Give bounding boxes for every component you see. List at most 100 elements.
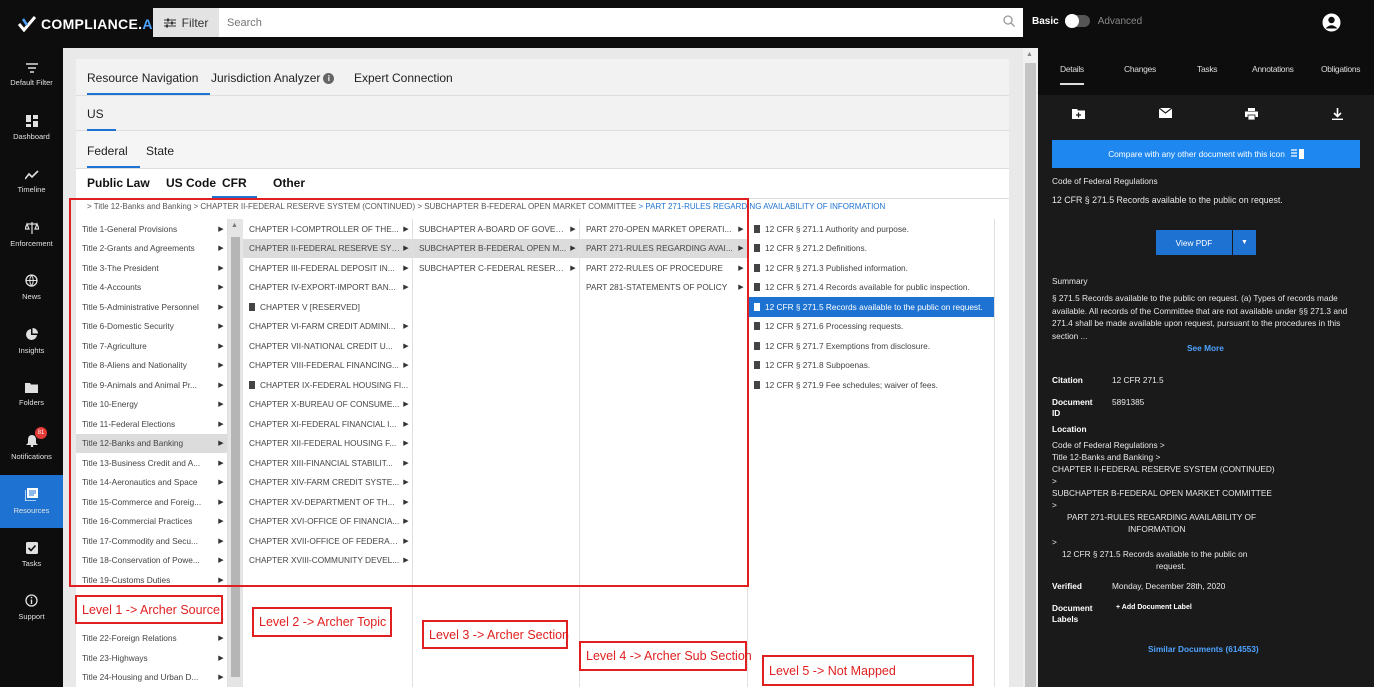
similar-documents-link[interactable]: Similar Documents (614553) <box>1148 644 1259 654</box>
tab-tasks[interactable]: Tasks <box>1197 64 1218 74</box>
nav-default-filter[interactable]: Default Filter <box>0 48 63 101</box>
section-item[interactable]: 12 CFR § 271.6 Processing requests. <box>748 317 994 337</box>
tab-details[interactable]: Details <box>1060 64 1084 85</box>
location-line: SUBCHAPTER B-FEDERAL OPEN MARKET COMMITT… <box>1052 488 1272 498</box>
annotation-highlight-box <box>69 198 749 587</box>
tab-federal[interactable]: Federal <box>87 144 140 168</box>
location-label: Location <box>1052 424 1087 434</box>
view-pdf-dropdown-icon[interactable]: ▼ <box>1233 230 1256 255</box>
view-pdf-button[interactable]: View PDF <box>1156 230 1232 255</box>
nav-folders[interactable]: Folders <box>0 368 63 421</box>
tab-other[interactable]: Other <box>273 176 305 190</box>
document-icon <box>754 283 760 292</box>
see-more-link[interactable]: See More <box>1187 343 1224 353</box>
tab-jurisdiction-analyzer[interactable]: Jurisdiction Analyzer i <box>211 71 335 85</box>
details-panel: Details Changes Tasks Annotations Obliga… <box>1038 48 1374 687</box>
title-item[interactable]: Title 22-Foreign Relations ▶ <box>76 629 227 649</box>
user-avatar-icon[interactable] <box>1322 13 1341 32</box>
doc-title: 12 CFR § 271.5 Records available to the … <box>1052 195 1283 205</box>
section-item[interactable]: 12 CFR § 271.8 Subpoenas. <box>748 356 994 376</box>
location-line: > <box>1052 476 1057 486</box>
add-document-label-button[interactable]: + Add Document Label <box>1116 604 1192 611</box>
tab-public-law[interactable]: Public Law <box>87 176 150 190</box>
docid-label-line2: ID <box>1052 408 1061 418</box>
doc-source: Code of Federal Regulations <box>1052 176 1158 186</box>
info-icon[interactable]: i <box>323 73 335 84</box>
tab-cfr[interactable]: CFR <box>212 176 257 198</box>
download-icon[interactable] <box>1332 108 1343 120</box>
document-icon <box>754 244 760 253</box>
tab-us-code[interactable]: US Code <box>166 176 216 190</box>
level-tabs: Federal State <box>76 131 1009 169</box>
location-line: 12 CFR § 271.5 Records available to the … <box>1062 549 1248 559</box>
nav-resources[interactable]: Resources <box>0 475 63 528</box>
title-item[interactable]: Title 24-Housing and Urban D... ▶ <box>76 668 227 687</box>
country-tabs: US <box>76 96 1009 131</box>
logo[interactable]: COMPLIANCE. AI <box>18 14 157 34</box>
left-nav: Default Filter Dashboard Timeline Enforc… <box>0 48 63 687</box>
location-line: CHAPTER II-FEDERAL RESERVE SYSTEM (CONTI… <box>1052 464 1275 474</box>
logo-text: COMPLIANCE. <box>41 16 143 32</box>
location-line: INFORMATION <box>1128 524 1186 534</box>
mode-advanced-label: Advanced <box>1097 15 1143 27</box>
summary-text: § 271.5 Records available to the public … <box>1052 293 1348 341</box>
tab-state[interactable]: State <box>146 144 174 158</box>
location-line: > <box>1052 500 1057 510</box>
tab-expert-connection[interactable]: Expert Connection <box>354 71 453 85</box>
doc-labels-label: Document Labels <box>1052 603 1093 625</box>
tab-changes[interactable]: Changes <box>1124 64 1156 74</box>
nav-dashboard[interactable]: Dashboard <box>0 101 63 154</box>
nav-enforcement[interactable]: Enforcement <box>0 208 63 261</box>
expand-arrow-icon: ▶ <box>218 654 224 662</box>
doc-labels-line2: Labels <box>1052 614 1079 624</box>
location-path: Code of Federal Regulations > Title 12-B… <box>1052 439 1364 572</box>
row-label: 12 CFR § 271.8 Subpoenas. <box>765 360 871 371</box>
scroll-thumb[interactable] <box>1025 63 1036 687</box>
mode-toggle[interactable] <box>1064 14 1090 28</box>
summary-label: Summary <box>1052 276 1088 286</box>
globe-icon <box>25 274 38 287</box>
pie-icon <box>26 328 38 340</box>
source-tabs: Public Law US Code CFR Other <box>76 169 1009 199</box>
compare-icon <box>1290 149 1304 159</box>
section-item[interactable]: 12 CFR § 271.9 Fee schedules; waiver of … <box>748 375 994 395</box>
nav-insights[interactable]: Insights <box>0 315 63 368</box>
add-folder-icon[interactable] <box>1072 108 1085 119</box>
section-item[interactable]: 12 CFR § 271.5 Records available to the … <box>748 297 994 317</box>
tab-annotations[interactable]: Annotations <box>1252 64 1294 74</box>
search-icon[interactable] <box>1003 15 1015 27</box>
section-item[interactable]: 12 CFR § 271.2 Definitions. <box>748 239 994 259</box>
section-item[interactable]: 12 CFR § 271.7 Exemptions from disclosur… <box>748 336 994 356</box>
timeline-icon <box>24 169 39 179</box>
search-input[interactable] <box>219 8 1023 37</box>
row-label: 12 CFR § 271.4 Records available for pub… <box>765 282 970 293</box>
citation-label: Citation <box>1052 375 1083 385</box>
tab-resource-navigation[interactable]: Resource Navigation <box>87 71 211 95</box>
tab-us[interactable]: US <box>87 107 116 131</box>
nav-news[interactable]: News <box>0 261 63 314</box>
nav-timeline[interactable]: Timeline <box>0 155 63 208</box>
row-label: Title 23-Highways <box>82 652 148 663</box>
compare-button[interactable]: Compare with any other document with thi… <box>1052 140 1360 168</box>
nav-support[interactable]: Support <box>0 581 63 634</box>
email-icon[interactable] <box>1159 108 1172 118</box>
document-icon <box>754 302 760 311</box>
document-icon <box>754 322 760 331</box>
scroll-up-icon[interactable]: ▲ <box>1026 51 1033 58</box>
title-item[interactable]: Title 23-Highways ▶ <box>76 648 227 668</box>
section-item[interactable]: 12 CFR § 271.4 Records available for pub… <box>748 278 994 298</box>
nav-tasks[interactable]: Tasks <box>0 528 63 581</box>
section-item[interactable]: 12 CFR § 271.3 Published information. <box>748 258 994 278</box>
section-item[interactable]: 12 CFR § 271.1 Authority and purpose. <box>748 219 994 239</box>
document-icon <box>754 341 760 350</box>
citation-value: 12 CFR 271.5 <box>1112 375 1164 385</box>
tab-obligations[interactable]: Obligations <box>1321 64 1361 74</box>
annotation-level-4: Level 4 -> Archer Sub Section <box>579 641 752 671</box>
nav-label: Notifications <box>11 452 52 461</box>
tab-label: Jurisdiction Analyzer <box>211 71 321 85</box>
nav-notifications[interactable]: 81 Notifications <box>0 421 63 474</box>
filter-button[interactable]: Filter <box>153 8 219 37</box>
main-scrollbar[interactable]: ▲ <box>1023 48 1038 687</box>
print-icon[interactable] <box>1245 108 1258 120</box>
resources-icon <box>25 488 38 501</box>
